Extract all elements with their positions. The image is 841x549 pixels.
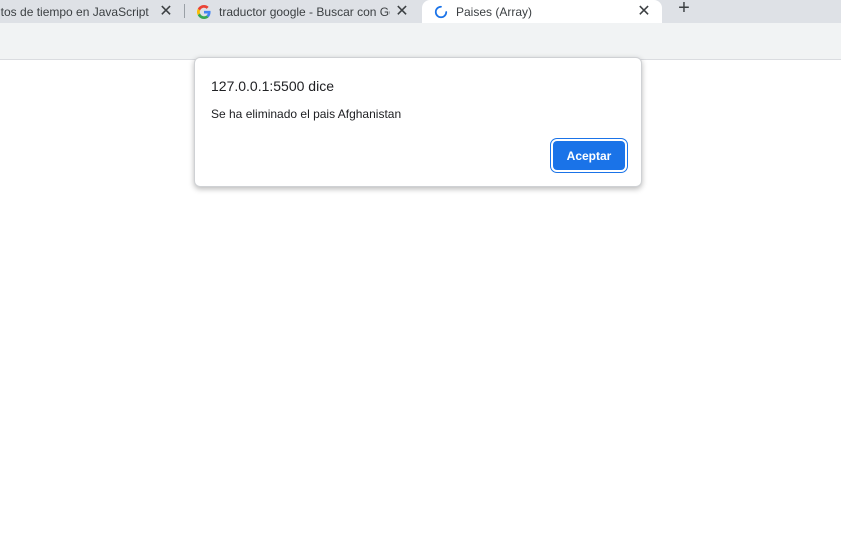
browser-toolbar xyxy=(0,23,841,60)
close-icon[interactable]: ✕ xyxy=(158,3,174,20)
loading-spinner-icon xyxy=(434,5,448,18)
dialog-message: Se ha eliminado el pais Afghanistan xyxy=(211,107,402,121)
tab-google-search[interactable]: traductor google - Buscar con Google ✕ xyxy=(185,0,420,23)
tab-strip: ntos de tiempo en JavaScript ✕ traductor… xyxy=(0,0,841,23)
dialog-title: 127.0.0.1:5500 dice xyxy=(211,78,334,94)
tab-paises-array[interactable]: Paises (Array) ✕ xyxy=(422,0,662,23)
new-tab-button[interactable]: + xyxy=(672,0,696,18)
tab-javascript[interactable]: ntos de tiempo en JavaScript ✕ xyxy=(0,0,184,23)
close-icon[interactable]: ✕ xyxy=(636,3,652,20)
tab-label: Paises (Array) xyxy=(456,4,533,19)
accept-button[interactable]: Aceptar xyxy=(553,141,625,170)
close-icon[interactable]: ✕ xyxy=(394,3,410,20)
alert-dialog: 127.0.0.1:5500 dice Se ha eliminado el p… xyxy=(194,57,642,187)
tab-label: ntos de tiempo en JavaScript xyxy=(0,4,149,19)
google-g-icon xyxy=(197,4,211,19)
tab-label: traductor google - Buscar con Google xyxy=(219,4,390,19)
